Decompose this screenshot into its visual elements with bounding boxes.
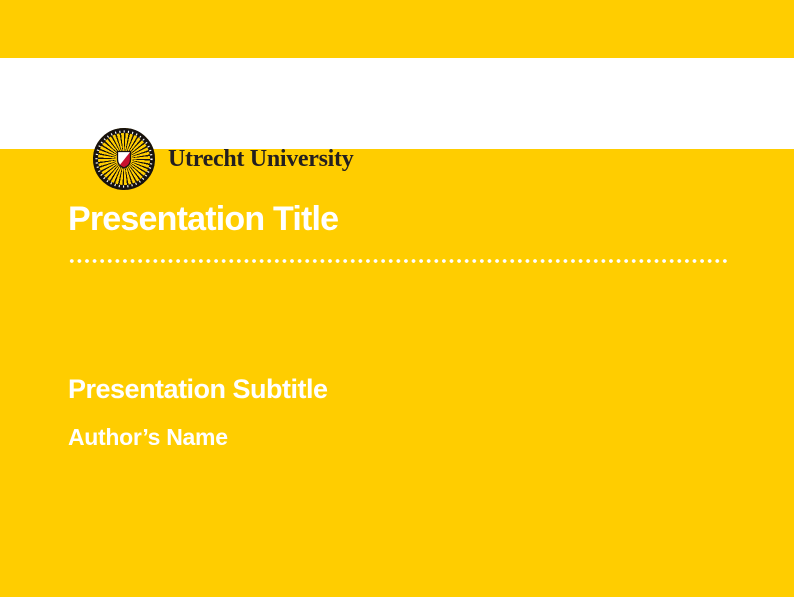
title-slide: Utrecht University Presentation Title Pr…	[0, 0, 794, 597]
dotted-divider-line	[68, 259, 727, 263]
author-name: Author’s Name	[68, 424, 228, 451]
presentation-subtitle: Presentation Subtitle	[68, 374, 328, 405]
presentation-title: Presentation Title	[68, 200, 338, 239]
utrecht-university-seal-icon	[93, 128, 155, 190]
seal-shield-and-rim-text	[93, 128, 155, 190]
logo-band: Utrecht University	[0, 58, 794, 149]
top-yellow-band	[0, 0, 794, 58]
university-wordmark: Utrecht University	[168, 146, 353, 173]
